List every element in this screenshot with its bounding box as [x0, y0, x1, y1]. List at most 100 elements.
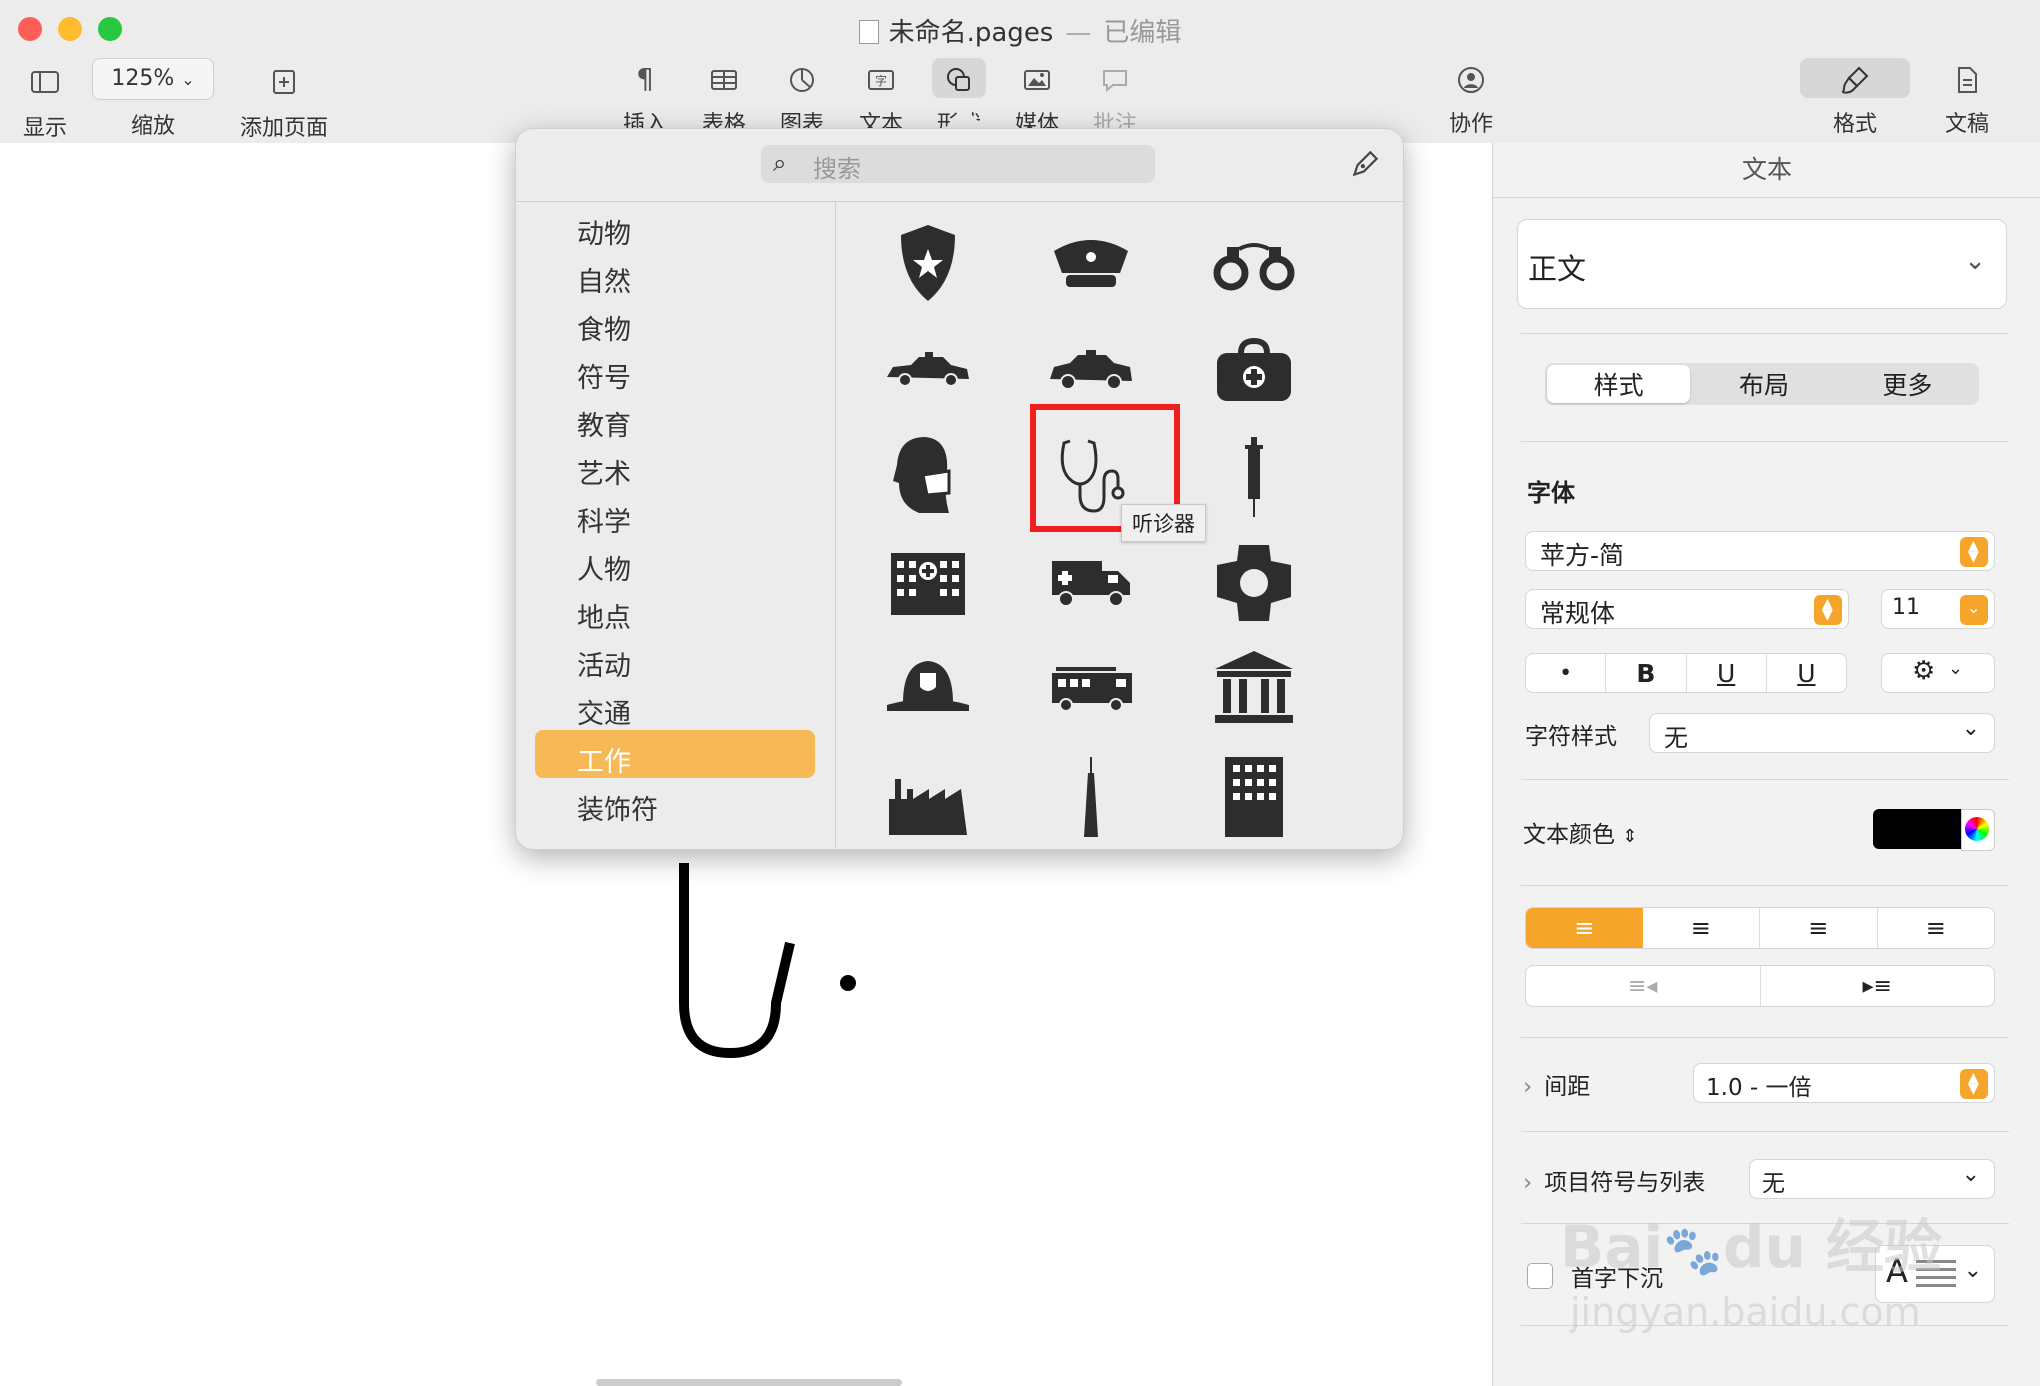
- table-button[interactable]: 表格: [693, 58, 755, 138]
- courthouse-icon[interactable]: [1204, 638, 1304, 738]
- tower-icon[interactable]: [1041, 744, 1141, 844]
- tab-layout[interactable]: 布局: [1692, 363, 1835, 405]
- paperclip-shape[interactable]: [670, 833, 890, 1073]
- bullet-button[interactable]: •: [1526, 654, 1605, 692]
- strikethrough-button[interactable]: U: [1765, 654, 1846, 692]
- police-badge-icon[interactable]: [878, 214, 978, 314]
- color-wheel-button[interactable]: [1961, 809, 1995, 851]
- zoom-label: 缩放: [130, 114, 175, 139]
- bold-button[interactable]: B: [1605, 654, 1685, 692]
- category-arts[interactable]: 艺术: [577, 452, 631, 491]
- align-center-button[interactable]: ≡: [1643, 908, 1760, 948]
- dropcap-checkbox[interactable]: [1527, 1263, 1553, 1289]
- category-symbols[interactable]: 符号: [577, 356, 631, 395]
- police-hat-icon[interactable]: [1041, 214, 1141, 314]
- page-scroll-indicator[interactable]: [596, 1379, 902, 1386]
- spacing-row[interactable]: › 间距: [1523, 1067, 1590, 1101]
- format-button[interactable]: 格式: [1800, 58, 1910, 138]
- align-right-button[interactable]: ≡: [1759, 908, 1877, 948]
- document-button[interactable]: 文稿: [1936, 58, 1998, 138]
- pen-icon[interactable]: [1348, 147, 1382, 181]
- indent-control: ≡◂ ▸≡: [1525, 965, 1995, 1007]
- bullets-value: 无: [1762, 1171, 1785, 1197]
- category-places[interactable]: 地点: [577, 596, 631, 635]
- font-size-value: 11: [1892, 595, 1920, 620]
- firefighter-helmet-icon[interactable]: [878, 638, 978, 738]
- collaborate-button[interactable]: 协作: [1440, 58, 1502, 138]
- divider: [1521, 885, 2009, 886]
- spacing-label: 间距: [1544, 1074, 1591, 1100]
- paragraph-style-dropdown[interactable]: 正文 ⌄: [1517, 219, 2007, 309]
- justify-button[interactable]: ≡: [1876, 908, 1995, 948]
- textbox-icon: 字: [854, 58, 908, 98]
- chevron-down-icon: ⌄: [1961, 1162, 1980, 1187]
- add-page-button[interactable]: 添加页面: [234, 62, 334, 142]
- syringe-icon[interactable]: [1204, 426, 1304, 526]
- char-style-dropdown[interactable]: 无 ⌄: [1649, 713, 1995, 753]
- chart-button[interactable]: 图表: [771, 58, 833, 138]
- view-label: 显示: [22, 116, 67, 141]
- office-building-icon[interactable]: [1204, 744, 1304, 844]
- increase-indent-button[interactable]: ▸≡: [1759, 966, 1995, 1006]
- category-work[interactable]: 工作: [577, 740, 631, 779]
- font-family-value: 苹方-简: [1540, 541, 1625, 570]
- category-nature[interactable]: 自然: [577, 260, 631, 299]
- hospital-icon[interactable]: [878, 532, 978, 632]
- text-style-buttons: • B U U: [1525, 653, 1847, 693]
- text-color-label: 文本颜色 ⇕: [1523, 815, 1637, 849]
- text-options-button[interactable]: ⚙ ⌄: [1881, 653, 1995, 693]
- category-education[interactable]: 教育: [577, 404, 631, 443]
- search-icon: ⌕: [773, 149, 787, 177]
- bullets-row[interactable]: › 项目符号与列表: [1523, 1163, 1705, 1197]
- shapes-popover: ⌕ 搜索 动物 自然 食物 符号 教育 艺术 科学 人物 地点 活动 交通 工作…: [515, 128, 1404, 850]
- ambulance-icon[interactable]: [1041, 532, 1141, 632]
- stepper-icon: ▲ ▼: [1960, 1069, 1988, 1099]
- medical-bag-icon[interactable]: [1204, 320, 1304, 420]
- text-color-swatch[interactable]: [1873, 809, 1961, 849]
- category-transportation[interactable]: 交通: [577, 692, 631, 731]
- tab-style[interactable]: 样式: [1547, 365, 1691, 403]
- bullets-label: 项目符号与列表: [1544, 1170, 1706, 1196]
- paragraph-style-value: 正文: [1528, 252, 1587, 286]
- zoom-dropdown[interactable]: 125% ⌄: [92, 58, 214, 100]
- justify-icon: ≡: [1925, 914, 1946, 942]
- align-left-button[interactable]: ≡: [1526, 908, 1643, 948]
- handcuffs-icon[interactable]: [1204, 214, 1304, 314]
- text-color-label-text: 文本颜色: [1523, 822, 1615, 848]
- char-style-value: 无: [1664, 724, 1688, 752]
- category-science[interactable]: 科学: [577, 500, 631, 539]
- chevron-right-icon: ›: [1523, 1170, 1533, 1196]
- zoom-control[interactable]: 125% ⌄ 缩放: [92, 58, 214, 140]
- spacing-dropdown[interactable]: 1.0 - 一倍 ▲ ▼: [1693, 1063, 1995, 1103]
- category-people[interactable]: 人物: [577, 548, 631, 587]
- masked-head-icon[interactable]: [878, 426, 978, 526]
- font-weight-dropdown[interactable]: 常规体 ▲ ▼: [1525, 589, 1849, 629]
- chevron-down-icon: ⌄: [1960, 595, 1988, 625]
- bullets-dropdown[interactable]: 无 ⌄: [1749, 1159, 1995, 1199]
- category-animals[interactable]: 动物: [577, 212, 631, 251]
- police-car-icon[interactable]: [878, 320, 978, 420]
- category-food[interactable]: 食物: [577, 308, 631, 347]
- search-field[interactable]: ⌕ 搜索: [761, 145, 1155, 183]
- document-name: 未命名.pages: [888, 18, 1054, 48]
- chevron-down-icon: ⌄: [181, 70, 195, 89]
- category-ornaments[interactable]: 装饰符: [577, 788, 658, 827]
- watermark-url: jingyan.baidu.com: [1570, 1290, 1921, 1334]
- comment-button[interactable]: 批注: [1084, 58, 1146, 138]
- text-button[interactable]: 字 文本: [850, 58, 912, 138]
- zoom-value: 125%: [111, 66, 175, 91]
- fire-emblem-icon[interactable]: [1204, 532, 1304, 632]
- tab-more[interactable]: 更多: [1836, 363, 1979, 405]
- fire-truck-icon[interactable]: [1041, 638, 1141, 738]
- paintbrush-icon: [1800, 58, 1910, 98]
- image-icon: [1010, 58, 1064, 98]
- view-button[interactable]: 显示: [14, 62, 76, 142]
- insert-button[interactable]: ¶ 插入: [614, 58, 676, 138]
- underline-button[interactable]: U: [1685, 654, 1766, 692]
- factory-icon[interactable]: [878, 744, 978, 844]
- decrease-indent-button[interactable]: ≡◂: [1526, 966, 1760, 1006]
- font-size-field[interactable]: 11 ⌄: [1881, 589, 1995, 629]
- media-button[interactable]: 媒体: [1006, 58, 1068, 138]
- category-activities[interactable]: 活动: [577, 644, 631, 683]
- font-family-dropdown[interactable]: 苹方-简 ▲ ▼: [1525, 531, 1995, 571]
